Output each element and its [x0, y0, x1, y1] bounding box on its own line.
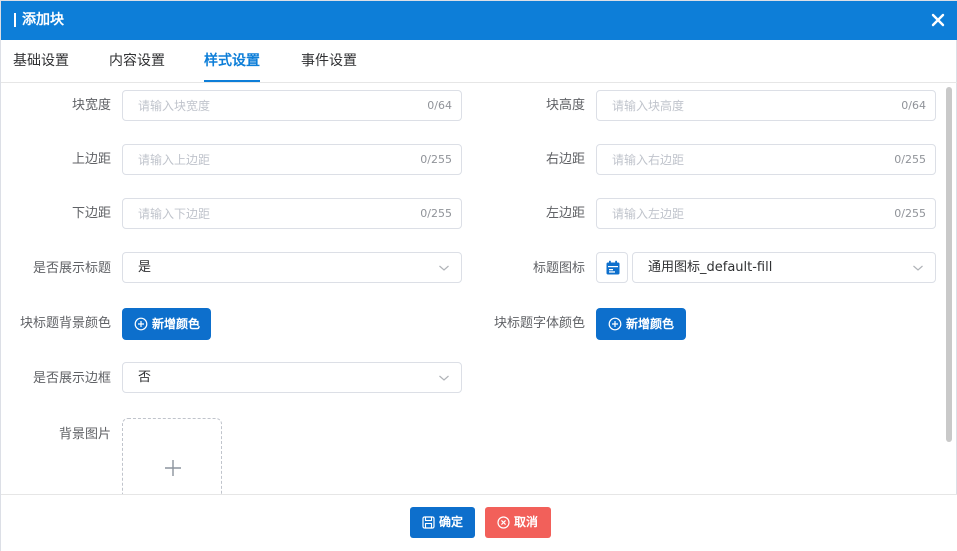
margin-right-label: 右边距	[545, 152, 585, 167]
tab-basic-settings[interactable]: 基础设置	[13, 52, 69, 70]
plus-icon	[165, 460, 181, 476]
dialog-title: 添加块	[22, 12, 64, 28]
block-width-placeholder: 请输入块宽度	[138, 99, 211, 113]
margin-right-input[interactable]: 请输入右边距 0/255	[596, 144, 936, 175]
block-height-count: 0/64	[901, 99, 926, 112]
scrollbar-thumb[interactable]	[946, 87, 952, 442]
add-color-label: 新增颜色	[152, 317, 201, 331]
add-color-label: 新增颜色	[626, 317, 675, 331]
cancel-button[interactable]: 取消	[485, 507, 551, 538]
bg-image-label: 背景图片	[58, 427, 111, 442]
block-width-count: 0/64	[427, 99, 452, 112]
block-height-label: 块高度	[545, 98, 585, 113]
tab-style-settings[interactable]: 样式设置	[204, 52, 260, 70]
add-block-dialog: 添加块 基础设置 内容设置 样式设置 事件设置 块宽度 请输入块宽度 0/64 …	[0, 0, 957, 551]
margin-bottom-input[interactable]: 请输入下边距 0/255	[122, 198, 462, 229]
form-content: 块宽度 请输入块宽度 0/64 块高度 请输入块高度 0/64 上边距 请输入上…	[1, 83, 957, 494]
chevron-down-icon	[439, 265, 449, 271]
title-icon-value: 通用图标_default-fill	[648, 260, 773, 275]
tab-event-settings[interactable]: 事件设置	[301, 52, 357, 70]
show-border-select[interactable]: 否	[122, 362, 462, 393]
title-icon-label: 标题图标	[532, 261, 585, 276]
show-border-label: 是否展示边框	[32, 371, 111, 386]
chevron-down-icon	[913, 265, 923, 271]
close-icon	[931, 13, 945, 27]
dialog-header: 添加块	[1, 1, 957, 40]
block-height-input[interactable]: 请输入块高度 0/64	[596, 90, 936, 121]
block-width-input[interactable]: 请输入块宽度 0/64	[122, 90, 462, 121]
margin-left-placeholder: 请输入左边距	[612, 207, 685, 221]
block-height-placeholder: 请输入块高度	[612, 99, 685, 113]
dialog-footer: 确定 取消	[1, 494, 957, 551]
title-accent-bar	[14, 13, 16, 27]
cancel-label: 取消	[514, 515, 539, 529]
add-title-bg-color-button[interactable]: 新增颜色	[122, 308, 211, 340]
close-button[interactable]	[928, 10, 948, 30]
add-title-font-color-button[interactable]: 新增颜色	[596, 308, 686, 340]
margin-right-placeholder: 请输入右边距	[612, 153, 685, 167]
bg-image-upload[interactable]	[122, 418, 222, 494]
confirm-button[interactable]: 确定	[410, 507, 475, 538]
title-icon-select[interactable]: 通用图标_default-fill	[632, 252, 936, 283]
confirm-label: 确定	[439, 515, 464, 529]
margin-top-count: 0/255	[420, 153, 452, 166]
plus-circle-icon	[608, 317, 622, 331]
show-title-label: 是否展示标题	[32, 261, 111, 276]
tab-content-settings[interactable]: 内容设置	[109, 52, 165, 70]
margin-bottom-count: 0/255	[420, 207, 452, 220]
show-title-select[interactable]: 是	[122, 252, 462, 283]
margin-top-label: 上边距	[71, 152, 111, 167]
title-icon-preview[interactable]	[596, 252, 628, 283]
margin-left-label: 左边距	[545, 206, 585, 221]
close-circle-icon	[497, 516, 510, 529]
margin-left-input[interactable]: 请输入左边距 0/255	[596, 198, 936, 229]
title-bg-color-label: 块标题背景颜色	[19, 316, 111, 331]
margin-top-input[interactable]: 请输入上边距 0/255	[122, 144, 462, 175]
margin-right-count: 0/255	[894, 153, 926, 166]
plus-circle-icon	[134, 317, 148, 331]
save-icon	[422, 516, 435, 529]
tab-bar: 基础设置 内容设置 样式设置 事件设置	[1, 40, 957, 83]
show-title-value: 是	[138, 260, 152, 275]
show-border-value: 否	[138, 370, 152, 385]
block-width-label: 块宽度	[71, 98, 111, 113]
title-font-color-label: 块标题字体颜色	[493, 316, 585, 331]
chevron-down-icon	[439, 375, 449, 381]
margin-bottom-label: 下边距	[71, 206, 111, 221]
active-tab-indicator	[204, 80, 260, 82]
calendar-icon	[606, 260, 620, 275]
margin-top-placeholder: 请输入上边距	[138, 153, 211, 167]
margin-bottom-placeholder: 请输入下边距	[138, 207, 211, 221]
margin-left-count: 0/255	[894, 207, 926, 220]
